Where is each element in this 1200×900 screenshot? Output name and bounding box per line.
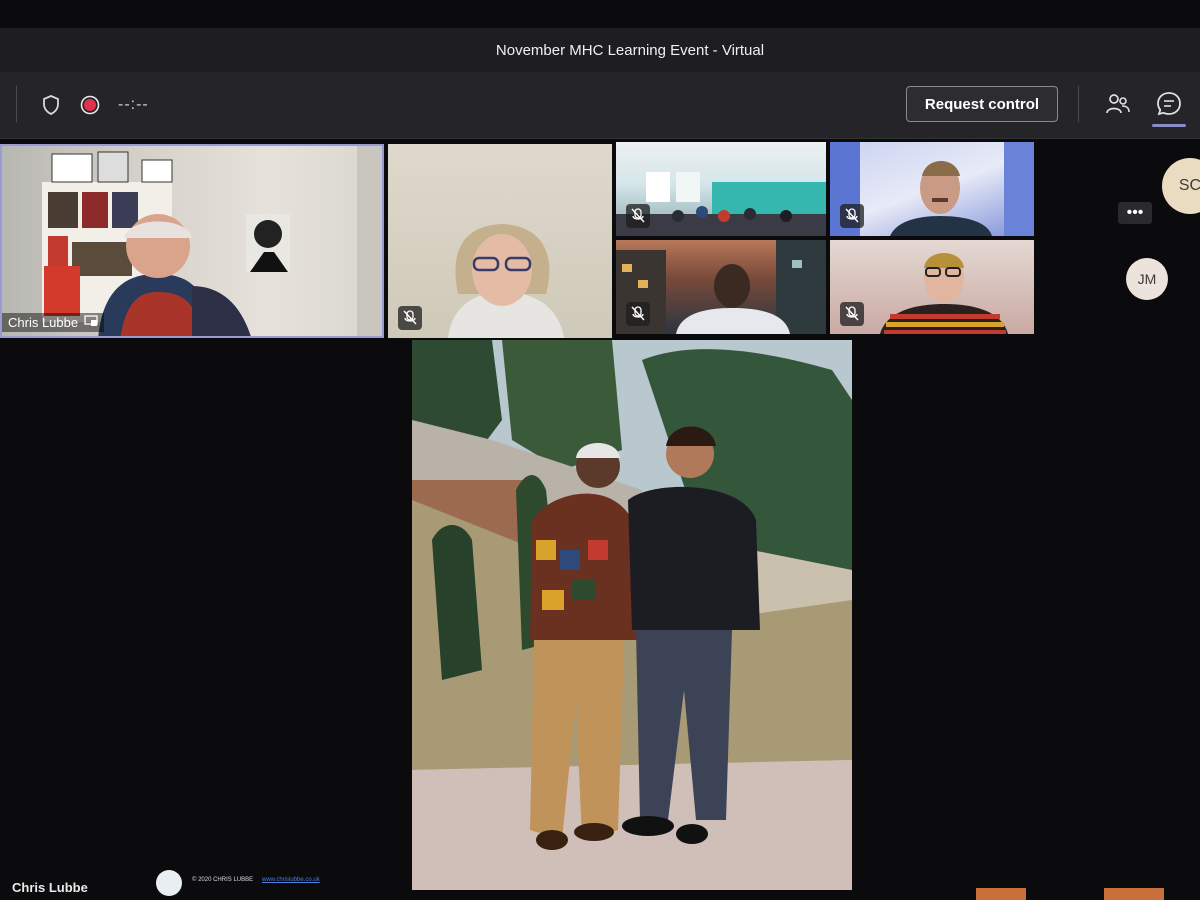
speaker-name: Chris Lubbe [8,315,79,330]
video-tile-participant-2[interactable] [388,144,612,338]
share-screen-icon [84,315,98,330]
mic-off-icon [626,204,650,228]
record-icon [79,94,101,116]
video-tile-participant-4[interactable] [830,142,1034,236]
mic-off-icon [840,204,864,228]
shared-photo-image [412,340,852,890]
recording-timer: --:-- [118,96,149,113]
speaker-video-frame [42,146,382,336]
orange-edge [976,888,1026,900]
toolbar-divider [16,86,17,122]
shared-content-photo [412,340,852,890]
mic-off-icon [398,306,422,330]
more-participants-button[interactable]: ••• [1118,202,1152,224]
footer-website-link[interactable]: www.chrislubbe.co.uk [262,877,320,883]
title-bar: November MHC Learning Event - Virtual [0,28,1200,72]
meeting-title: November MHC Learning Event - Virtual [495,41,765,59]
avatar-initials: JM [1137,271,1157,287]
chat-active-indicator [1152,124,1186,127]
participant-avatar-jm[interactable]: JM [1126,258,1168,300]
mic-off-icon [840,302,864,326]
video-tile-speaker[interactable]: Chris Lubbe [0,144,384,338]
avatar-initials: SC [1178,177,1200,194]
people-icon[interactable] [1104,90,1132,118]
chat-icon[interactable] [1154,90,1184,118]
video-tile-participant-6[interactable] [830,240,1034,334]
request-control-button[interactable]: Request control [906,86,1058,122]
footer-copyright: © 2020 CHRIS LUBBE [192,877,254,883]
participant-avatar-sc[interactable]: SC [1162,158,1200,214]
meeting-toolbar: --:-- Request control [0,72,1200,139]
presenter-name-footer: Chris Lubbe [12,880,88,895]
orange-edge [1104,888,1164,900]
speaker-name-tag: Chris Lubbe [2,313,105,332]
footer-logo [156,870,182,896]
video-tile-participant-5[interactable] [616,240,826,334]
toolbar-divider [1078,86,1079,122]
mic-off-icon [626,302,650,326]
video-tile-participant-3[interactable] [616,142,826,236]
shield-icon[interactable] [40,94,62,116]
